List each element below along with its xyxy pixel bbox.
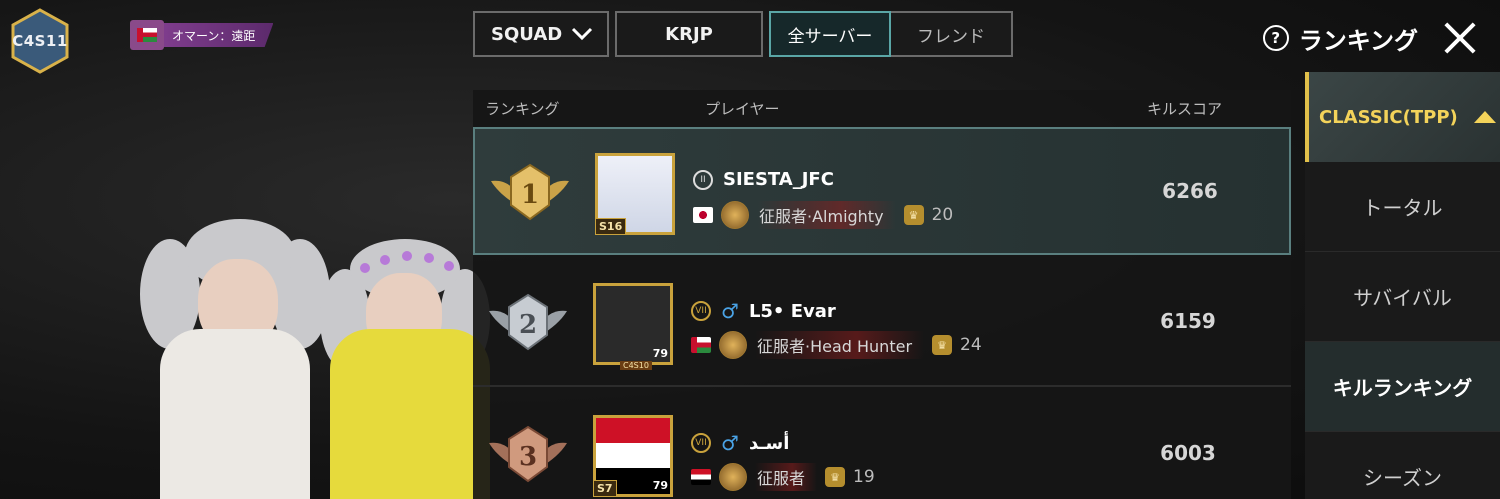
silver-rank-medal-icon: 2 bbox=[485, 289, 571, 355]
season-label: C4S11 bbox=[12, 32, 68, 50]
player-name-row: VII ♂ أسـد bbox=[691, 431, 789, 455]
character-left bbox=[100, 219, 330, 499]
column-rank: ランキング bbox=[485, 100, 560, 118]
season-badge[interactable]: C4S11 bbox=[10, 8, 70, 74]
tier-number: 19 bbox=[853, 467, 875, 487]
iraq-flag-icon bbox=[691, 469, 711, 485]
tier-number: 24 bbox=[960, 335, 982, 355]
conqueror-badge-icon bbox=[721, 201, 749, 229]
gold-rank-medal-icon: 1 bbox=[487, 159, 573, 225]
help-icon[interactable]: ? bbox=[1262, 25, 1289, 51]
sidebar-item-total[interactable]: トータル bbox=[1305, 162, 1500, 252]
region-button-label: KRJP bbox=[665, 23, 713, 45]
rank-emblem-icon: VII bbox=[691, 301, 711, 321]
category-sidebar: CLASSIC(TPP) トータル サバイバル キルランキング シーズン bbox=[1305, 72, 1500, 499]
close-icon[interactable] bbox=[1442, 20, 1478, 56]
conqueror-badge-icon bbox=[719, 331, 747, 359]
frame-season-tag: C4S10 bbox=[620, 361, 652, 370]
player-title-row: 征服者·Head Hunter ♛ 24 bbox=[691, 331, 982, 359]
category-selector[interactable]: CLASSIC(TPP) bbox=[1305, 72, 1500, 162]
crown-icon: ♛ bbox=[825, 467, 846, 487]
top-right-controls: ? ランキング bbox=[1262, 20, 1478, 56]
tier-badge: S16 bbox=[595, 218, 627, 235]
japan-flag-icon bbox=[693, 207, 713, 223]
caret-up-icon bbox=[1473, 111, 1496, 123]
table-row[interactable]: 3 S7 79 VII ♂ أسـد 征服者 ♛ 19 6003 bbox=[473, 391, 1291, 499]
player-title-row: 征服者·Almighty ♛ 20 bbox=[693, 201, 953, 229]
character-showcase bbox=[70, 210, 490, 499]
mode-label: SQUAD bbox=[491, 23, 563, 45]
tier-badge: S7 bbox=[593, 480, 617, 497]
player-title-row: 征服者 ♛ 19 bbox=[691, 463, 875, 491]
chevron-down-icon bbox=[571, 27, 593, 41]
player-level: 79 bbox=[652, 347, 668, 360]
player-name-row: VII ♂ L5• Evar bbox=[691, 299, 836, 323]
crown-icon: ♛ bbox=[932, 335, 953, 355]
filter-bar: SQUAD KRJP 全サーバー フレンド bbox=[473, 11, 1013, 57]
table-row[interactable]: 2 79 C4S10 VII ♂ L5• Evar 征服者·Head Hunte… bbox=[473, 259, 1291, 387]
conqueror-badge-icon bbox=[719, 463, 747, 491]
avatar[interactable]: S16 bbox=[595, 153, 675, 235]
kill-score: 6003 bbox=[1160, 441, 1216, 465]
sidebar-item-kill-ranking[interactable]: キルランキング bbox=[1305, 342, 1500, 432]
rank-emblem-icon: VII bbox=[691, 433, 711, 453]
mode-dropdown[interactable]: SQUAD bbox=[473, 11, 609, 57]
male-icon: ♂ bbox=[721, 431, 739, 455]
player-name[interactable]: أسـد bbox=[749, 433, 789, 454]
tab-friends[interactable]: フレンド bbox=[891, 11, 1013, 57]
player-title: 征服者·Head Hunter bbox=[755, 331, 925, 359]
crown-icon: ♛ bbox=[903, 205, 924, 225]
tier-number: 20 bbox=[931, 205, 954, 225]
player-name[interactable]: L5• Evar bbox=[749, 301, 836, 322]
rank-number: 1 bbox=[521, 180, 539, 210]
oman-flag-icon bbox=[130, 20, 164, 50]
page-title: ランキング bbox=[1298, 26, 1418, 55]
tab-all-servers-label: 全サーバー bbox=[787, 26, 873, 47]
player-title: 征服者 bbox=[755, 463, 818, 491]
kill-score: 6159 bbox=[1160, 309, 1216, 333]
column-player: プレイヤー bbox=[705, 100, 780, 118]
region-label: オマーン：遠距 bbox=[164, 23, 274, 47]
player-name-row: II SIESTA_JFC bbox=[693, 169, 834, 190]
region-tag[interactable]: オマーン：遠距 bbox=[130, 20, 274, 50]
player-name[interactable]: SIESTA_JFC bbox=[723, 169, 834, 190]
server-tabs: 全サーバー フレンド bbox=[769, 11, 1013, 57]
rank-number: 2 bbox=[519, 310, 537, 340]
avatar[interactable]: S7 79 bbox=[593, 415, 673, 497]
table-row[interactable]: 1 S16 II SIESTA_JFC 征服者·Almighty ♛ 20 62… bbox=[473, 127, 1291, 255]
leaderboard-table: ランキング プレイヤー キルスコア 1 S16 II SIESTA_JFC 征服… bbox=[473, 90, 1291, 499]
sidebar-item-season[interactable]: シーズン bbox=[1305, 432, 1500, 499]
male-icon: ♂ bbox=[721, 299, 739, 323]
oman-flag-icon bbox=[691, 337, 711, 353]
clan-emblem-icon: II bbox=[693, 169, 713, 190]
bronze-rank-medal-icon: 3 bbox=[485, 421, 571, 487]
player-title: 征服者·Almighty bbox=[757, 201, 896, 229]
sidebar-item-survival[interactable]: サバイバル bbox=[1305, 252, 1500, 342]
region-button[interactable]: KRJP bbox=[615, 11, 763, 57]
column-score: キルスコア bbox=[1147, 100, 1223, 118]
player-level: 79 bbox=[652, 479, 668, 492]
rank-number: 3 bbox=[519, 442, 537, 472]
table-header: ランキング プレイヤー キルスコア bbox=[473, 90, 1291, 126]
character-right bbox=[320, 229, 490, 499]
tab-all-servers[interactable]: 全サーバー bbox=[769, 11, 891, 57]
avatar[interactable]: 79 C4S10 bbox=[593, 283, 673, 370]
kill-score: 6266 bbox=[1162, 179, 1218, 203]
category-label: CLASSIC(TPP) bbox=[1319, 106, 1458, 128]
tab-friends-label: フレンド bbox=[917, 26, 985, 47]
